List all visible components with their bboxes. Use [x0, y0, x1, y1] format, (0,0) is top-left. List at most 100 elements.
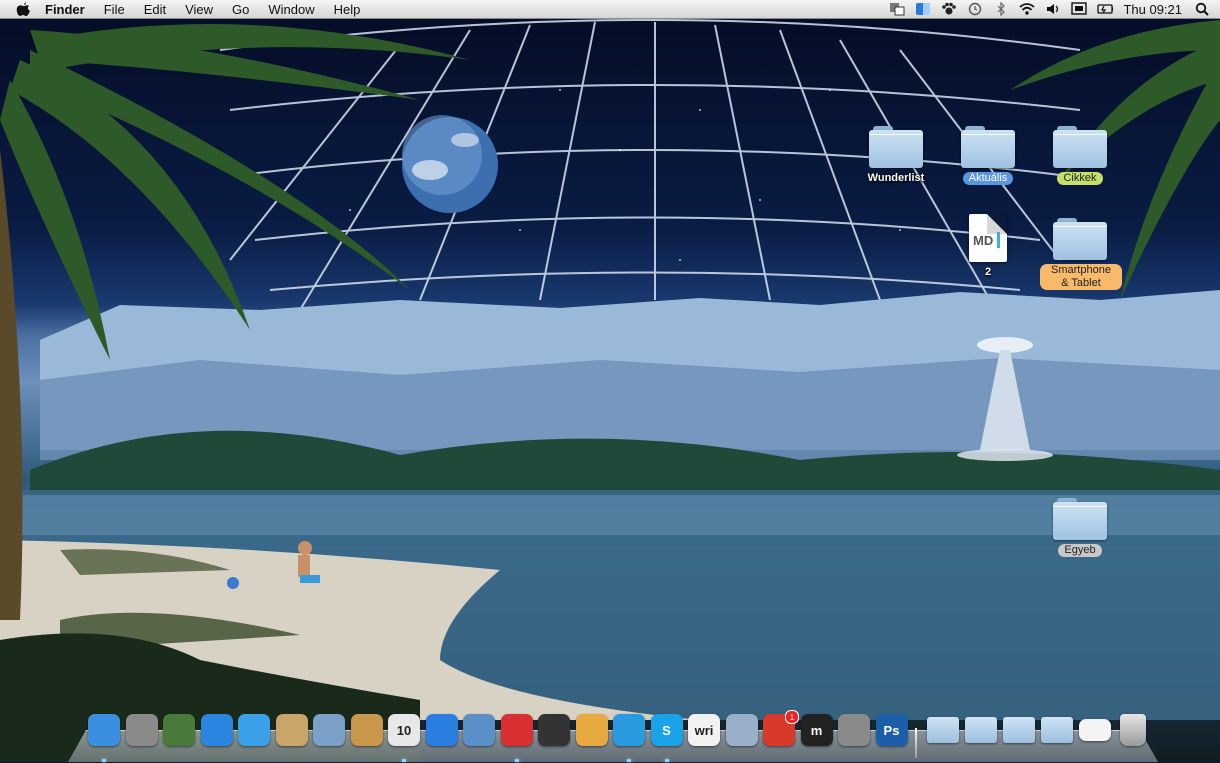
dock-app-app-store[interactable]	[200, 714, 233, 746]
dock-stack-trash[interactable]	[1117, 714, 1149, 746]
dock-stack-applications[interactable]	[927, 714, 959, 746]
md-badge-text: MD	[973, 233, 994, 248]
wri-icon: wri	[688, 714, 720, 746]
music-note-icon	[425, 714, 458, 746]
desktop-wallpaper	[0, 0, 1220, 762]
dock-app-mendeley[interactable]: m	[800, 714, 833, 746]
desktop-icon-label: 2	[984, 266, 992, 278]
calendar-icon: 10	[388, 714, 420, 746]
bird-icon	[613, 714, 645, 746]
desktop-icon-label: Cikkek	[1057, 172, 1103, 185]
dock-app-aperture[interactable]	[538, 714, 570, 746]
desktop-icon-egyeb[interactable]: Egyeb	[1040, 498, 1120, 558]
dock-app-system-preferences[interactable]	[838, 714, 870, 746]
menu-help[interactable]: Help	[334, 2, 361, 17]
menu-window[interactable]: Window	[268, 2, 314, 17]
box-icon	[575, 714, 608, 746]
gear-icon	[838, 714, 870, 746]
desktop-icon-label: Smartphone & Tablet	[1040, 264, 1122, 290]
spotlight-icon[interactable]	[1194, 2, 1210, 16]
finder-icon[interactable]	[915, 2, 931, 16]
menu-go[interactable]: Go	[232, 2, 249, 17]
notification-badge: 1	[785, 710, 799, 724]
menu-view[interactable]: View	[185, 2, 213, 17]
parallels-icon	[500, 714, 533, 746]
rocket-icon	[125, 714, 158, 746]
desktop-icon-aktualis[interactable]: Aktuális	[948, 126, 1028, 186]
folder-icon	[927, 717, 959, 743]
dock-stack-documents[interactable]	[965, 714, 997, 746]
photo-booth-icon	[163, 714, 195, 746]
desktop-icon-cikkek[interactable]: Cikkek	[1040, 126, 1120, 186]
menu-edit[interactable]: Edit	[144, 2, 166, 17]
finder-icon	[88, 714, 120, 746]
status-area: Thu 09:21	[889, 0, 1220, 18]
desktop-icon-label: Egyeb	[1058, 544, 1102, 557]
desktop-icon-wunderlist[interactable]: Wunderlist	[856, 126, 936, 186]
dock: 10 Swri 1 m Ps	[68, 706, 1158, 762]
gauge-icon	[725, 714, 758, 746]
dock-app-calendar[interactable]: 10	[388, 714, 420, 762]
translate-icon[interactable]	[889, 2, 905, 16]
dock-stack-notes[interactable]	[1079, 714, 1111, 746]
dock-app-utility[interactable]	[725, 714, 758, 746]
m-icon: m	[800, 714, 833, 746]
folder-icon	[1053, 498, 1107, 540]
trash-icon	[1120, 714, 1146, 746]
wallpaper-scene	[0, 19, 1220, 762]
at-sign-icon	[350, 714, 383, 746]
menu-clock[interactable]: Thu 09:21	[1123, 2, 1182, 17]
dock-app-parallels[interactable]	[500, 714, 533, 762]
time-machine-icon[interactable]	[967, 2, 983, 16]
folder-icon	[1053, 218, 1107, 260]
desktop-icon-label: Aktuális	[962, 172, 1014, 185]
skype-icon: S	[650, 714, 683, 746]
dock-app-launchpad[interactable]	[125, 714, 158, 746]
dock-app-keka[interactable]	[575, 714, 608, 746]
dock-app-safari[interactable]	[238, 714, 270, 746]
note-icon	[1079, 719, 1111, 741]
desktop-icon-smartphone-tablet[interactable]: Smartphone & Tablet	[1040, 218, 1122, 291]
dock-app-finder[interactable]	[88, 714, 120, 762]
dock-app-skype[interactable]: S	[650, 714, 683, 762]
folder-icon	[961, 126, 1015, 168]
wifi-icon[interactable]	[1019, 2, 1036, 16]
menu-bar: Finder File Edit View Go Window Help Thu…	[0, 0, 1220, 19]
desktop-icon-label: Wunderlist	[867, 172, 925, 184]
desktop-icon-md-file[interactable]: MD 2	[948, 214, 1028, 280]
document-stack-icon	[1003, 717, 1035, 743]
markdown-file-icon: MD	[969, 214, 1007, 262]
display-icon[interactable]	[1071, 2, 1088, 16]
paw-icon[interactable]	[941, 2, 957, 16]
bluetooth-icon[interactable]	[993, 2, 1009, 16]
dock-app-twitter[interactable]	[613, 714, 645, 762]
screen-icon	[463, 714, 495, 746]
dock-app-photo-booth[interactable]	[163, 714, 195, 746]
dock-app-address-book[interactable]	[350, 714, 383, 746]
dock-stack-web[interactable]	[1041, 714, 1073, 746]
dock-app-writer[interactable]: wri	[688, 714, 720, 746]
folder-icon	[869, 126, 923, 168]
globe-folder-icon	[1041, 717, 1073, 743]
dock-app-iphoto[interactable]	[313, 714, 345, 746]
apple-menu-icon[interactable]	[16, 1, 32, 17]
dock-app-preview[interactable]	[275, 714, 308, 746]
dock-app-itunes[interactable]	[425, 714, 458, 746]
folder-icon	[1053, 126, 1107, 168]
dock-stack-downloads[interactable]	[1003, 714, 1035, 746]
dock-app-photoshop[interactable]: Ps	[875, 714, 908, 746]
menu-app-finder[interactable]: Finder	[45, 2, 85, 17]
compass-icon	[238, 714, 270, 746]
dock-app-screen-sharing[interactable]	[463, 714, 495, 746]
menu-file[interactable]: File	[104, 2, 125, 17]
preview-icon	[275, 714, 308, 746]
ps-icon: Ps	[875, 714, 908, 746]
folder-icon	[965, 717, 997, 743]
iphoto-icon	[313, 714, 345, 746]
dock-app-reminders[interactable]: 1	[763, 710, 799, 746]
dock-separator	[915, 728, 917, 758]
battery-icon[interactable]	[1097, 2, 1114, 16]
volume-icon[interactable]	[1045, 2, 1061, 16]
app-store-icon	[200, 714, 233, 746]
lens-icon	[538, 714, 570, 746]
